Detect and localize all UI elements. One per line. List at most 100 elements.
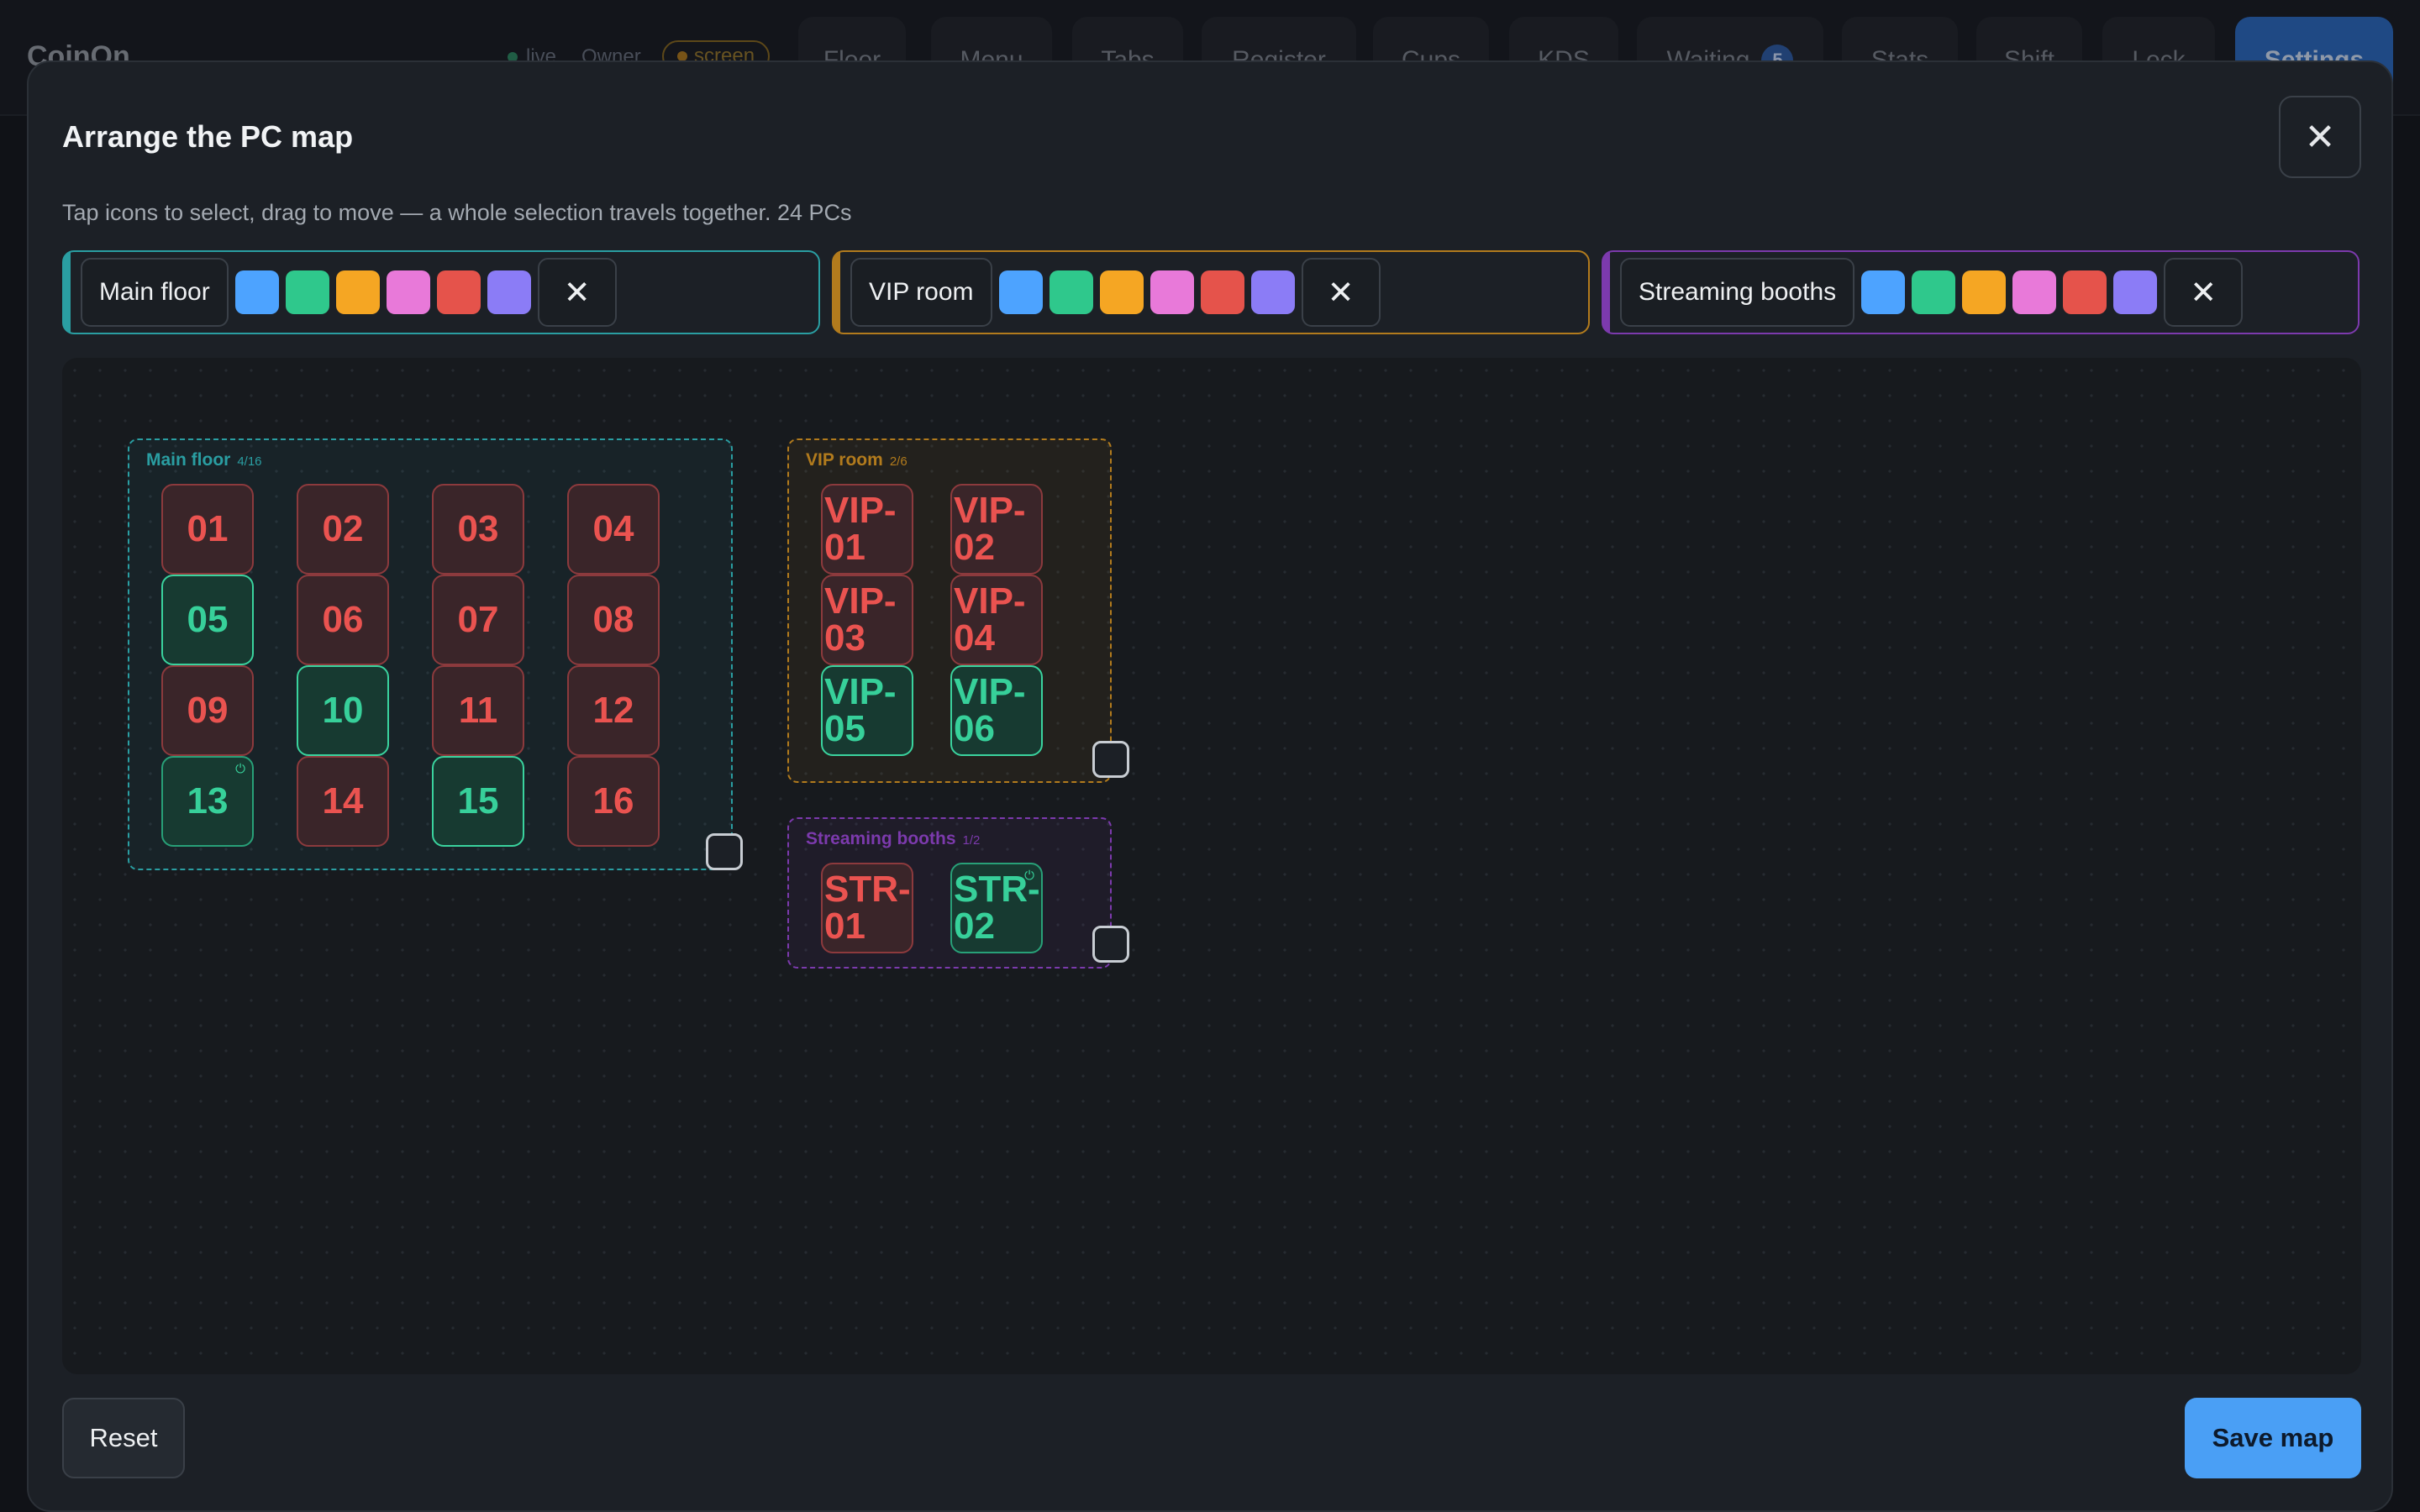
pc-tile[interactable]: VIP-06 [950,665,1043,756]
dialog-title: Arrange the PC map [62,119,354,154]
zone-name-field[interactable]: Main floor [81,258,229,327]
pc-label: 04 [592,508,634,549]
color-swatch[interactable] [1150,270,1194,314]
reset-button[interactable]: Reset [62,1398,185,1478]
pc-label: 05 [187,599,229,640]
zone-card-vip: VIP room ✕ [832,250,1590,334]
pc-tile[interactable]: 05 [161,575,254,665]
pc-label: 02 [322,508,364,549]
close-icon: ✕ [2304,116,2336,158]
pc-tile[interactable]: 10 [297,665,389,756]
resize-handle-icon[interactable] [1092,741,1129,778]
pc-tile[interactable]: 06 [297,575,389,665]
color-swatch[interactable] [1912,270,1956,314]
pc-label: 15 [457,780,499,822]
pc-label: STR-01 [824,869,911,947]
pc-tile[interactable]: 15 [432,756,524,847]
save-map-button[interactable]: Save map [2185,1398,2361,1478]
pc-tile[interactable]: 12 [567,665,660,756]
resize-handle-icon[interactable] [1092,926,1129,963]
color-swatch[interactable] [487,270,531,314]
color-swatch[interactable] [1250,270,1295,314]
zone-occupancy-count: 4/16 [237,454,262,469]
close-icon: ✕ [1327,275,1355,311]
zone-area-main[interactable]: Main floor 4/16 01 02 03 04 05 06 07 08 09 10 11 12 13… [128,438,733,870]
color-swatch[interactable] [2063,270,2107,314]
pc-label: 07 [457,599,499,640]
pc-tile[interactable]: VIP-02 [950,484,1043,575]
zone-occupancy-count: 2/6 [889,454,908,469]
color-swatch[interactable] [335,270,380,314]
zone-occupancy-count: 1/2 [962,833,981,848]
delete-zone-button[interactable]: ✕ [1301,258,1381,327]
color-swatch[interactable] [2113,270,2158,314]
pc-tile[interactable]: 11 [432,665,524,756]
color-swatch[interactable] [1049,270,1093,314]
map-canvas[interactable]: Main floor 4/16 01 02 03 04 05 06 07 08 09 10 11 12 13… [62,358,2361,1374]
pc-label: VIP-06 [954,671,1026,749]
pc-tile[interactable]: 08 [567,575,660,665]
pc-label: 14 [322,780,364,822]
color-swatch[interactable] [386,270,430,314]
color-swatch[interactable] [1861,270,1906,314]
pc-tile[interactable]: 09 [161,665,254,756]
pc-label: 08 [592,599,634,640]
zone-area-label: VIP room 2/6 [806,450,908,470]
pc-label: VIP-02 [954,490,1026,568]
pc-label: 09 [187,690,229,731]
zone-area-name: Streaming booths [806,829,956,848]
zone-accent-bar [1603,252,1610,333]
delete-zone-button[interactable]: ✕ [537,258,617,327]
pc-label: 01 [187,508,229,549]
pc-tile[interactable]: 13 ⏻ [161,756,254,847]
pc-tile[interactable]: 14 [297,756,389,847]
pc-map-dialog: Arrange the PC map ✕ Tap icons to select… [27,60,2393,1512]
pc-label: 12 [592,690,634,731]
delete-zone-button[interactable]: ✕ [2164,258,2244,327]
color-swatch[interactable] [1962,270,2007,314]
zone-area-stream[interactable]: Streaming booths 1/2 STR-01 STR-02 ⏻ [787,817,1112,969]
pc-tile[interactable]: VIP-05 [821,665,913,756]
color-swatch[interactable] [998,270,1043,314]
pc-tile[interactable]: 07 [432,575,524,665]
color-swatch[interactable] [1099,270,1144,314]
color-swatch[interactable] [2012,270,2057,314]
pc-tile[interactable]: 02 [297,484,389,575]
zone-area-label: Streaming booths 1/2 [806,829,980,849]
close-icon: ✕ [563,275,591,311]
pc-label: VIP-04 [954,580,1026,659]
pc-label: 10 [322,690,364,731]
zone-name-field[interactable]: VIP room [850,258,992,327]
close-icon: ✕ [2190,275,2217,311]
zone-card-stream: Streaming booths ✕ [1602,250,2360,334]
power-icon: ⏻ [1024,869,1034,883]
pc-label: VIP-01 [824,490,897,568]
zone-card-main: Main floor ✕ [62,250,820,334]
zone-name-field[interactable]: Streaming booths [1620,258,1855,327]
zone-area-name: Main floor [146,450,231,470]
pc-tile[interactable]: STR-01 [821,863,913,953]
color-swatch[interactable] [285,270,329,314]
pc-tile[interactable]: 16 [567,756,660,847]
color-swatch[interactable] [234,270,279,314]
zone-area-label: Main floor 4/16 [146,450,262,470]
color-swatch[interactable] [436,270,481,314]
pc-tile[interactable]: 04 [567,484,660,575]
close-button[interactable]: ✕ [2279,96,2361,178]
pc-tile[interactable]: VIP-03 [821,575,913,665]
pc-label: 03 [457,508,499,549]
pc-label: VIP-05 [824,671,897,749]
pc-tile[interactable]: 01 [161,484,254,575]
zone-area-name: VIP room [806,450,883,470]
zone-area-vip[interactable]: VIP room 2/6 VIP-01 VIP-02 VIP-03 VIP-04 VIP-0… [787,438,1112,783]
pc-tile[interactable]: STR-02 ⏻ [950,863,1043,953]
color-swatch[interactable] [1200,270,1244,314]
pc-tile[interactable]: VIP-04 [950,575,1043,665]
pc-tile[interactable]: VIP-01 [821,484,913,575]
resize-handle-icon[interactable] [706,833,743,870]
pc-label: 11 [458,690,498,731]
zone-accent-bar [64,252,71,333]
pc-label: VIP-03 [824,580,897,659]
pc-tile[interactable]: 03 [432,484,524,575]
pc-label: 06 [322,599,364,640]
